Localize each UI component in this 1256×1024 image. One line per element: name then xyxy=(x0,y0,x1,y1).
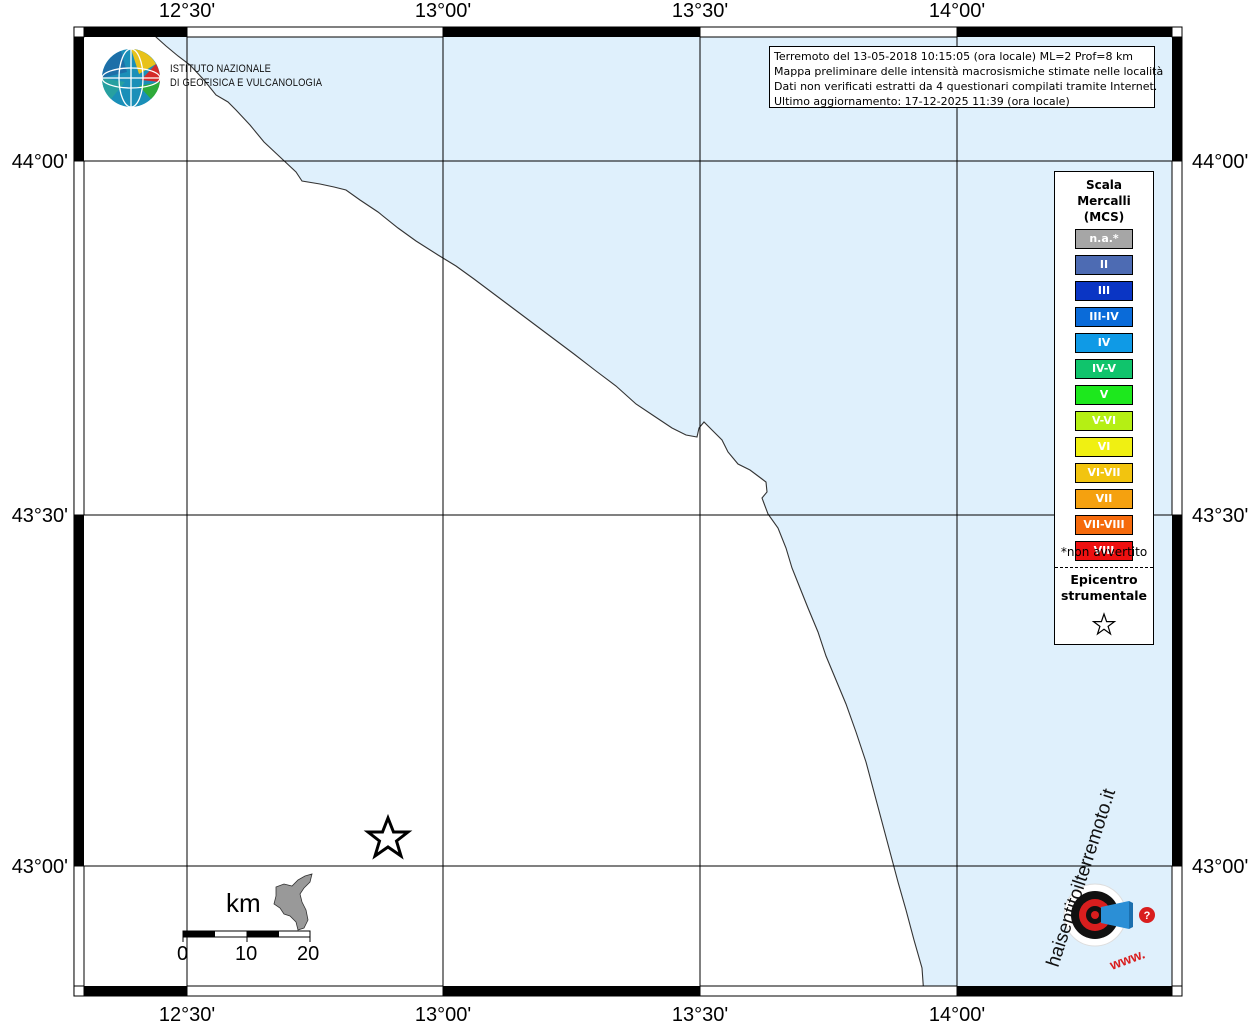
legend-title-line3: (MCS) xyxy=(1083,210,1125,224)
legend-item: n.a.* xyxy=(1075,229,1133,249)
lat-label-right-2: 43°30' xyxy=(1192,505,1248,527)
legend-item: IV xyxy=(1075,333,1133,353)
legend-item: VII-VIII xyxy=(1075,515,1133,535)
lat-label-left-1: 44°00' xyxy=(12,151,68,173)
legend-note: *non avvertito xyxy=(1060,545,1148,559)
lon-label-top-1: 12°30' xyxy=(159,0,215,22)
legend-item: III-IV xyxy=(1075,307,1133,327)
legend-epicenter-label: Epicentro strumentale xyxy=(1055,572,1153,604)
legend-title-line1: Scala xyxy=(1085,178,1123,192)
legend-separator xyxy=(1055,567,1153,568)
lat-label-right-1: 44°00' xyxy=(1192,151,1248,173)
lon-label-bottom-2: 13°00' xyxy=(415,1004,471,1024)
legend-item: VI xyxy=(1075,437,1133,457)
mcs-legend: Scala Mercalli (MCS) n.a.* II III III-IV IV I… xyxy=(1054,171,1154,645)
ingv-logo-line2: DI GEOFISICA E VULCANOLOGIA xyxy=(170,77,323,89)
lat-label-left-2: 43°30' xyxy=(12,505,68,527)
legend-item: VI-VII xyxy=(1075,463,1133,483)
legend-item: IV-V xyxy=(1075,359,1133,379)
svg-text:?: ? xyxy=(1144,910,1151,922)
legend-item: III xyxy=(1075,281,1133,301)
legend-item: V-VI xyxy=(1075,411,1133,431)
lon-label-bottom-4: 14°00' xyxy=(929,1004,985,1024)
frame-border-right xyxy=(1171,37,1183,987)
lon-label-top-4: 14°00' xyxy=(929,0,985,22)
scale-tick-20: 20 xyxy=(297,943,320,965)
event-info-line1: Terremoto del 13-05-2018 10:15:05 (ora l… xyxy=(774,50,1134,63)
ingv-logo-text: ISTITUTO NAZIONALE DI GEOFISICA E VULCAN… xyxy=(170,62,322,90)
lat-label-left-3: 43°00' xyxy=(12,856,68,878)
event-info-line2: Mappa preliminare delle intensità macros… xyxy=(774,65,1164,78)
ingv-globe-icon xyxy=(101,48,161,108)
frame-border-top xyxy=(73,26,1183,38)
ingv-logo-line1: ISTITUTO NAZIONALE xyxy=(170,63,272,75)
legend-item: V xyxy=(1075,385,1133,405)
legend-epicenter-line2: strumentale xyxy=(1060,588,1148,603)
legend-items: n.a.* II III III-IV IV IV-V V V-VI VI VI-VII VII VI… xyxy=(1075,229,1133,567)
lon-label-top-3: 13°30' xyxy=(672,0,728,22)
frame-border-left xyxy=(73,37,85,987)
lon-label-bottom-1: 12°30' xyxy=(159,1004,215,1024)
lon-label-top-2: 13°00' xyxy=(415,0,471,22)
event-info-line3: Dati non verificati estratti da 4 questi… xyxy=(774,80,1158,93)
legend-item: II xyxy=(1075,255,1133,275)
frame-border-bottom xyxy=(73,985,1183,997)
scale-tick-0: 0 xyxy=(177,943,189,965)
lon-label-bottom-3: 13°30' xyxy=(672,1004,728,1024)
scale-unit-label: km xyxy=(226,888,261,918)
legend-title: Scala Mercalli (MCS) xyxy=(1055,177,1153,225)
legend-epicenter-line1: Epicentro xyxy=(1070,572,1138,587)
event-info-line4: Ultimo aggiornamento: 17-12-2025 11:39 (… xyxy=(774,95,1070,108)
legend-star-icon xyxy=(1091,612,1117,636)
legend-item: VII xyxy=(1075,489,1133,509)
lat-label-right-3: 43°00' xyxy=(1192,856,1248,878)
legend-title-line2: Mercalli xyxy=(1077,194,1131,208)
scale-tick-10: 10 xyxy=(235,943,258,965)
event-info-box: Terremoto del 13-05-2018 10:15:05 (ora l… xyxy=(769,46,1164,108)
